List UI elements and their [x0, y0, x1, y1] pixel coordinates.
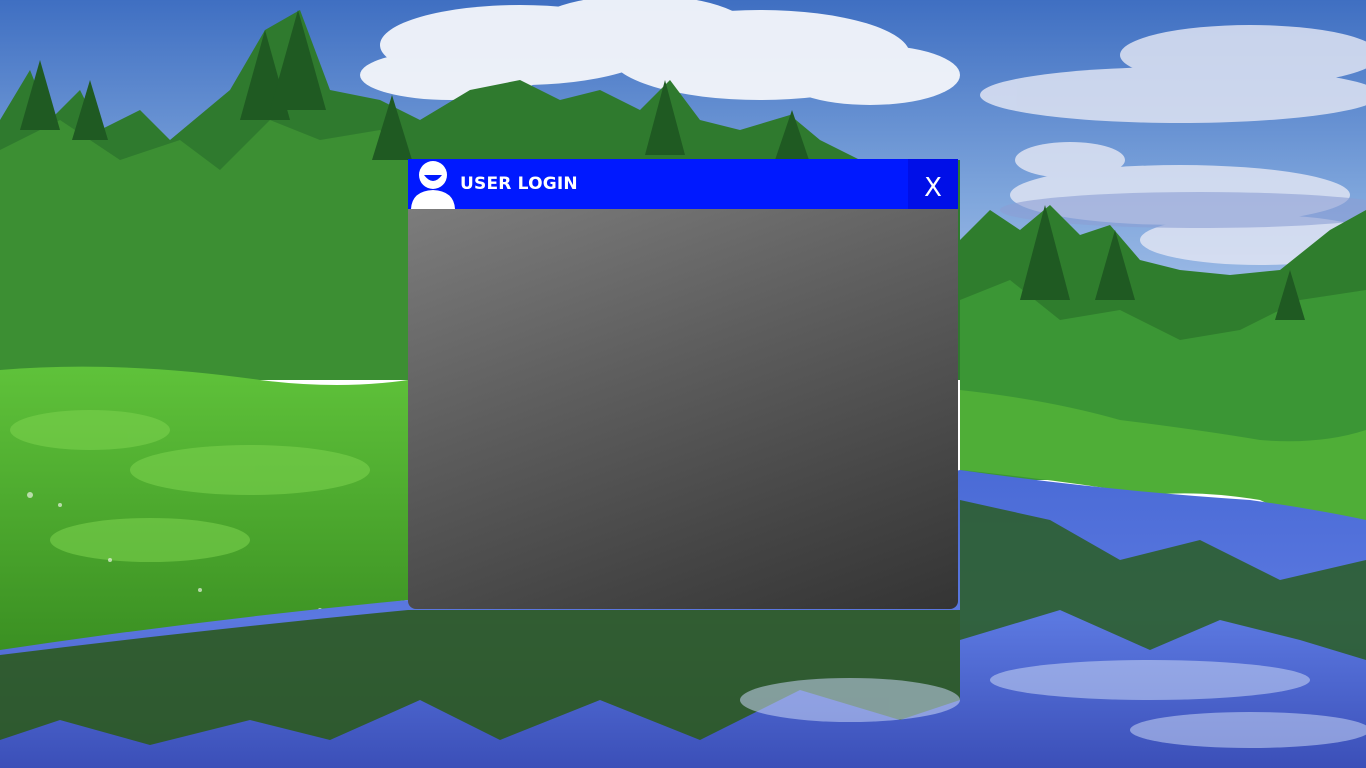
titlebar[interactable]: USER LOGIN X [408, 159, 958, 209]
window-title: USER LOGIN [460, 174, 578, 194]
user-avatar-icon [410, 159, 456, 209]
close-button[interactable]: X [908, 159, 958, 209]
login-content-panel [408, 209, 958, 609]
user-login-window: USER LOGIN X [408, 159, 958, 609]
